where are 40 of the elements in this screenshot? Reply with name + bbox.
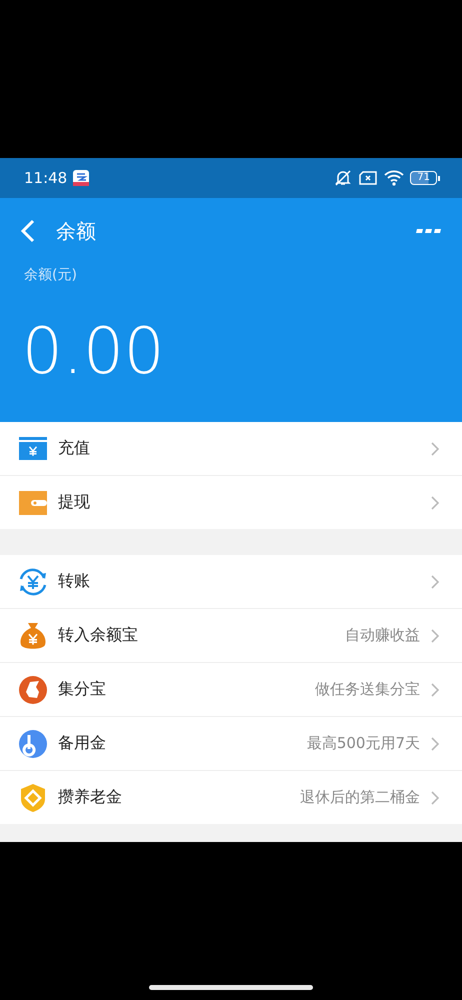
- menu-hint: 自动赚收益: [345, 626, 420, 645]
- menu-hint: 最高500元用7天: [306, 734, 420, 753]
- chevron-icon: [430, 574, 440, 590]
- wifi-icon: [384, 170, 404, 186]
- status-time: 11:48: [24, 169, 68, 187]
- more-icon[interactable]: [416, 228, 442, 234]
- battery-indicator: 71: [410, 171, 440, 185]
- menu-row[interactable]: 转入余额宝 自动赚收益: [0, 609, 462, 663]
- chevron-icon: [430, 494, 440, 510]
- chevron-icon: [430, 790, 440, 806]
- menu-label: 攒养老金: [58, 787, 123, 808]
- transfer-icon: [18, 566, 48, 596]
- page-title: 余额: [56, 218, 96, 244]
- menu-label: 提现: [58, 492, 91, 513]
- money-bag-icon: [18, 620, 48, 650]
- chevron-icon: [430, 440, 440, 456]
- points-icon: [18, 674, 48, 704]
- chevron-icon: [430, 682, 440, 698]
- menu-row[interactable]: 充值: [0, 422, 462, 476]
- menu-label: 充值: [58, 438, 91, 459]
- muted-bell-icon: [334, 169, 352, 187]
- menu-row[interactable]: 攒养老金 退休后的第二桶金: [0, 771, 462, 824]
- shield-icon: [18, 782, 48, 812]
- menu-label: 集分宝: [58, 679, 107, 700]
- menu-row[interactable]: 转账: [0, 555, 462, 609]
- app-notification-icon: [73, 170, 90, 186]
- balance-amount: 0.00: [21, 320, 166, 384]
- back-icon[interactable]: [20, 219, 36, 243]
- balance-label: 余额(元): [23, 266, 78, 284]
- menu-row[interactable]: 提现: [0, 476, 462, 529]
- menu-row[interactable]: 集分宝 做任务送集分宝: [0, 663, 462, 717]
- chevron-icon: [430, 736, 440, 752]
- menu-label: 转入余额宝: [58, 625, 139, 646]
- menu-hint: 做任务送集分宝: [315, 680, 420, 699]
- menu-label: 转账: [58, 571, 91, 592]
- menu-row[interactable]: 备用金 最高500元用7天: [0, 717, 462, 771]
- menu-label: 备用金: [58, 733, 107, 754]
- menu-hint: 退休后的第二桶金: [300, 788, 420, 807]
- chevron-icon: [430, 628, 440, 644]
- sim-card-icon: [358, 170, 378, 186]
